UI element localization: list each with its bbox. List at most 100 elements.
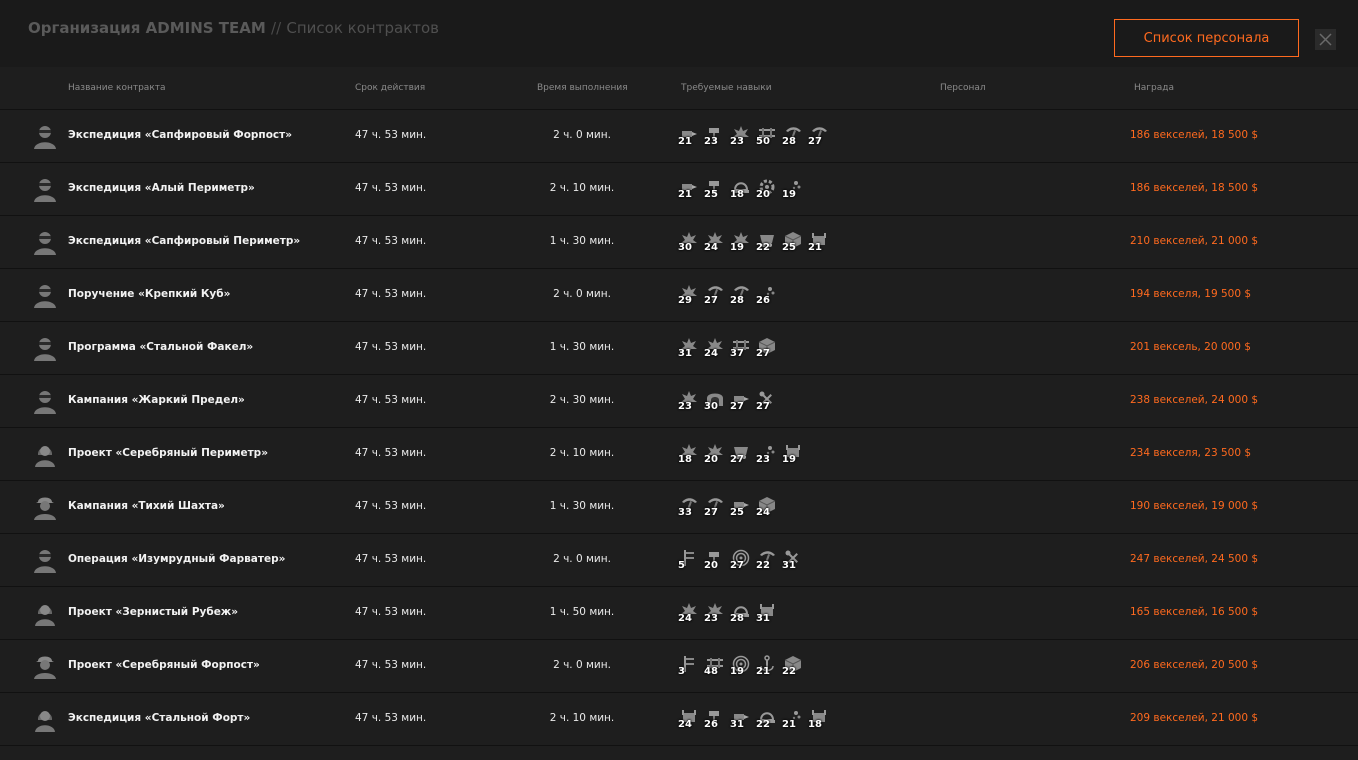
tools-icon: 31 bbox=[782, 549, 804, 571]
top-bar: Организация ADMINS TEAM // Список контра… bbox=[0, 0, 1358, 67]
contract-row[interactable]: Экспедиция «Сапфировый Периметр» 47 ч. 53… bbox=[0, 216, 1358, 269]
blast-icon: 30 bbox=[678, 231, 700, 253]
skill-level: 31 bbox=[756, 613, 770, 624]
skill-level: 23 bbox=[730, 136, 744, 147]
skill-level: 19 bbox=[782, 189, 796, 200]
blast-icon: 24 bbox=[704, 231, 726, 253]
contract-row[interactable]: Программа «Стальной Факел» 47 ч. 53 мин. 1… bbox=[0, 322, 1358, 375]
contract-reward: 238 векселей, 24 000 $ bbox=[1130, 394, 1259, 406]
title-separator: // bbox=[271, 19, 282, 37]
sledge-icon: 26 bbox=[704, 708, 726, 730]
contract-exec-time: 2 ч. 0 мин. bbox=[553, 129, 611, 141]
drill-icon: 25 bbox=[730, 496, 752, 518]
female-person-icon bbox=[32, 706, 58, 732]
skill-level: 20 bbox=[756, 189, 770, 200]
ladder-icon: 3 bbox=[678, 655, 700, 677]
contract-term: 47 ч. 53 мин. bbox=[355, 341, 427, 353]
skill-level: 23 bbox=[704, 613, 718, 624]
pickaxe-icon: 33 bbox=[678, 496, 700, 518]
skill-level: 30 bbox=[704, 401, 718, 412]
contract-exec-time: 2 ч. 10 мин. bbox=[549, 182, 615, 194]
contract-exec-time: 1 ч. 30 мин. bbox=[549, 341, 615, 353]
blast-icon: 20 bbox=[704, 443, 726, 465]
skill-level: 27 bbox=[704, 507, 718, 518]
contract-name: Программа «Стальной Факел» bbox=[68, 341, 254, 353]
org-name: Организация ADMINS TEAM bbox=[28, 19, 266, 37]
skill-level: 20 bbox=[704, 560, 718, 571]
contract-row[interactable]: Проект «Зернистый Рубеж» 47 ч. 53 мин. 1 ч… bbox=[0, 587, 1358, 640]
contract-row[interactable]: Экспедиция «Алый Периметр» 47 ч. 53 мин. 2… bbox=[0, 163, 1358, 216]
skill-level: 27 bbox=[730, 401, 744, 412]
rail-icon: 48 bbox=[704, 655, 726, 677]
contract-row[interactable]: Операция «Изумрудный Фарватер» 47 ч. 53 м… bbox=[0, 534, 1358, 587]
skill-level: 25 bbox=[782, 242, 796, 253]
contract-row[interactable]: Кампания «Тихий Шахта» 47 ч. 53 мин. 1 ч. … bbox=[0, 481, 1358, 534]
gear-icon: 20 bbox=[756, 178, 778, 200]
blast-icon: 19 bbox=[730, 231, 752, 253]
contract-term: 47 ч. 53 мин. bbox=[355, 500, 427, 512]
staff-list-button[interactable]: Список персонала bbox=[1114, 19, 1299, 57]
col-name: Название контракта bbox=[68, 83, 166, 93]
ladder-icon: 5 bbox=[678, 549, 700, 571]
cart-icon: 18 bbox=[808, 708, 830, 730]
required-skills: 31 24 37 27 bbox=[678, 337, 778, 359]
contract-row[interactable]: Проект «Серебряный Форпост» 47 ч. 53 мин.… bbox=[0, 640, 1358, 693]
contract-term: 47 ч. 53 мин. bbox=[355, 712, 427, 724]
skill-level: 33 bbox=[678, 507, 692, 518]
blast-icon: 31 bbox=[678, 337, 700, 359]
contract-row[interactable]: Экспедиция «Сапфировый Форпост» 47 ч. 53 … bbox=[0, 110, 1358, 163]
contract-row[interactable]: Поручение «Крепкий Куб» 47 ч. 53 мин. 2 ч.… bbox=[0, 269, 1358, 322]
contract-list: Экспедиция «Сапфировый Форпост» 47 ч. 53 … bbox=[0, 110, 1358, 746]
contract-row[interactable]: Экспедиция «Стальной Форт» 47 ч. 53 мин. 2… bbox=[0, 693, 1358, 746]
blast-icon: 24 bbox=[678, 602, 700, 624]
contract-term: 47 ч. 53 мин. bbox=[355, 288, 427, 300]
contract-name: Кампания «Жаркий Предел» bbox=[68, 394, 245, 406]
spark-icon: 26 bbox=[756, 284, 778, 306]
contract-exec-time: 2 ч. 10 мин. bbox=[549, 712, 615, 724]
skill-level: 27 bbox=[730, 454, 744, 465]
contract-term: 47 ч. 53 мин. bbox=[355, 447, 427, 459]
masked-person-icon bbox=[32, 388, 58, 414]
spark-icon: 23 bbox=[756, 443, 778, 465]
contract-exec-time: 2 ч. 0 мин. bbox=[553, 659, 611, 671]
col-skills: Требуемые навыки bbox=[681, 83, 772, 93]
close-button[interactable] bbox=[1315, 29, 1336, 50]
contract-reward: 234 векселя, 23 500 $ bbox=[1130, 447, 1252, 459]
skill-level: 31 bbox=[782, 560, 796, 571]
skill-level: 21 bbox=[808, 242, 822, 253]
cart-icon: 19 bbox=[782, 443, 804, 465]
spark-icon: 19 bbox=[782, 178, 804, 200]
skill-level: 18 bbox=[678, 454, 692, 465]
skill-level: 24 bbox=[756, 507, 770, 518]
crate-icon: 22 bbox=[782, 655, 804, 677]
section-name: Список контрактов bbox=[286, 19, 439, 37]
skill-level: 5 bbox=[678, 560, 685, 571]
contract-term: 47 ч. 53 мин. bbox=[355, 182, 427, 194]
skill-level: 22 bbox=[756, 719, 770, 730]
required-skills: 21 23 23 50 28 27 bbox=[678, 125, 830, 147]
skill-level: 31 bbox=[730, 719, 744, 730]
contract-row[interactable]: Проект «Серебряный Периметр» 47 ч. 53 мин… bbox=[0, 428, 1358, 481]
blast-icon: 23 bbox=[730, 125, 752, 147]
contract-row[interactable]: Кампания «Жаркий Предел» 47 ч. 53 мин. 2 ч… bbox=[0, 375, 1358, 428]
contract-exec-time: 1 ч. 50 мин. bbox=[549, 606, 615, 618]
female-person-icon bbox=[32, 600, 58, 626]
close-icon bbox=[1319, 33, 1332, 46]
contract-name: Экспедиция «Стальной Форт» bbox=[68, 712, 251, 724]
skill-level: 20 bbox=[704, 454, 718, 465]
cart-icon: 31 bbox=[756, 602, 778, 624]
rail-icon: 50 bbox=[756, 125, 778, 147]
skill-level: 23 bbox=[756, 454, 770, 465]
contract-reward: 186 векселей, 18 500 $ bbox=[1130, 182, 1259, 194]
crate-icon: 25 bbox=[782, 231, 804, 253]
pickaxe-icon: 27 bbox=[704, 284, 726, 306]
contract-exec-time: 2 ч. 10 мин. bbox=[549, 447, 615, 459]
blast-icon: 18 bbox=[678, 443, 700, 465]
drill-icon: 21 bbox=[678, 125, 700, 147]
contract-reward: 210 векселей, 21 000 $ bbox=[1130, 235, 1259, 247]
helmet-icon: 22 bbox=[756, 708, 778, 730]
required-skills: 29 27 28 26 bbox=[678, 284, 778, 306]
masked-person-icon bbox=[32, 335, 58, 361]
required-skills: 23 30 27 27 bbox=[678, 390, 778, 412]
skill-level: 22 bbox=[756, 560, 770, 571]
